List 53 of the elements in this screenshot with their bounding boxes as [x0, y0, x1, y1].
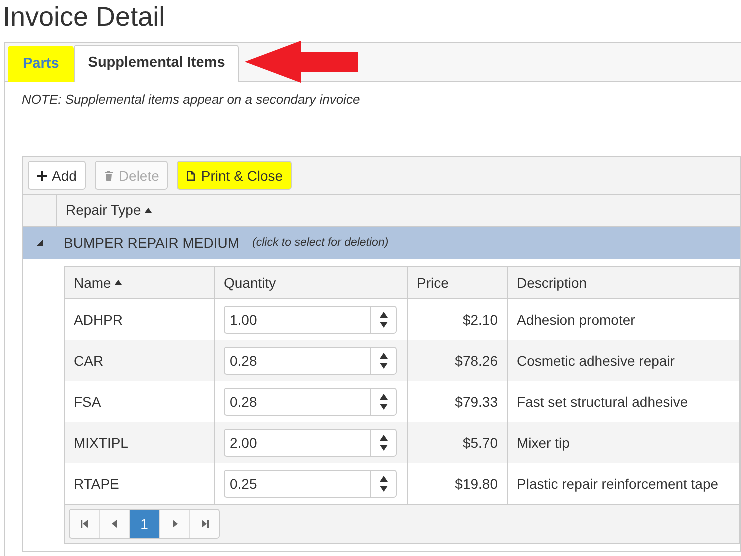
table-cell-text: Cosmetic adhesive repair [516, 352, 676, 371]
quantity-field[interactable]: 0.25 [224, 470, 370, 498]
quantity-field[interactable]: 0.28 [224, 346, 370, 374]
tab[interactable]: Parts [8, 46, 74, 82]
plus-icon [37, 170, 47, 180]
previous-page-icon [110, 520, 118, 528]
table-cell: $5.70 [408, 422, 508, 463]
page-title: Invoice Detail [2, 1, 166, 34]
table-cell-text: Plastic repair reinforcement tape [516, 474, 720, 494]
spin-down-icon [380, 404, 388, 410]
spin-up-icon [380, 476, 388, 482]
spin-up-icon [380, 394, 388, 400]
group-hint: (click to select for deletion) [252, 237, 389, 249]
spin-down-icon [380, 362, 388, 368]
group-row[interactable]: BUMPER REPAIR MEDIUM (click to select for deletion) [23, 227, 740, 259]
table-cell: MIXTIPL [65, 422, 215, 463]
next-page-icon [170, 520, 178, 528]
column-header[interactable]: Quantity [215, 267, 408, 298]
note-text: NOTE: Supplemental items appear on a secondary invoice [22, 92, 362, 109]
spin-down-icon [380, 322, 388, 328]
spin-down-icon [380, 486, 388, 492]
column-header[interactable]: Price [408, 267, 508, 298]
quantity-field[interactable]: 2.00 [224, 428, 370, 456]
toolbar-button[interactable]: Print & Close [177, 161, 292, 190]
sort-ascending-icon [145, 208, 152, 213]
spinner-control[interactable] [370, 428, 397, 456]
table-cell-text: Fast set structural adhesive [516, 392, 690, 412]
page-button[interactable]: 1 [130, 510, 160, 538]
quantity-field[interactable]: 0.28 [224, 388, 370, 416]
spin-up-icon [380, 312, 388, 318]
column-header[interactable]: Description [508, 267, 739, 298]
spinner-control[interactable] [370, 388, 397, 416]
spin-down-icon [380, 444, 388, 450]
table-cell: CAR [65, 340, 215, 381]
toolbar-button[interactable]: Add [28, 161, 86, 190]
column-header[interactable]: Name [65, 267, 215, 298]
sort-ascending-icon [115, 280, 122, 285]
quantity-field[interactable]: 1.00 [224, 306, 370, 334]
table-cell-text: Adhesion promoter [516, 310, 636, 330]
spinner-control[interactable] [370, 306, 397, 334]
spinner-control[interactable] [370, 346, 397, 374]
document-icon [186, 170, 196, 180]
table-cell: $78.26 [408, 340, 508, 381]
spin-up-icon [380, 352, 388, 358]
column-header[interactable]: Repair Type [57, 195, 162, 226]
tab[interactable]: Supplemental Items [74, 45, 240, 82]
group-name: BUMPER REPAIR MEDIUM [63, 235, 240, 251]
last-page-icon [200, 520, 208, 528]
trash-icon [104, 170, 114, 180]
table-cell-text: Mixer tip [516, 434, 571, 453]
spinner-control[interactable] [370, 470, 397, 498]
first-page-icon [80, 520, 88, 528]
spin-up-icon [380, 434, 388, 440]
